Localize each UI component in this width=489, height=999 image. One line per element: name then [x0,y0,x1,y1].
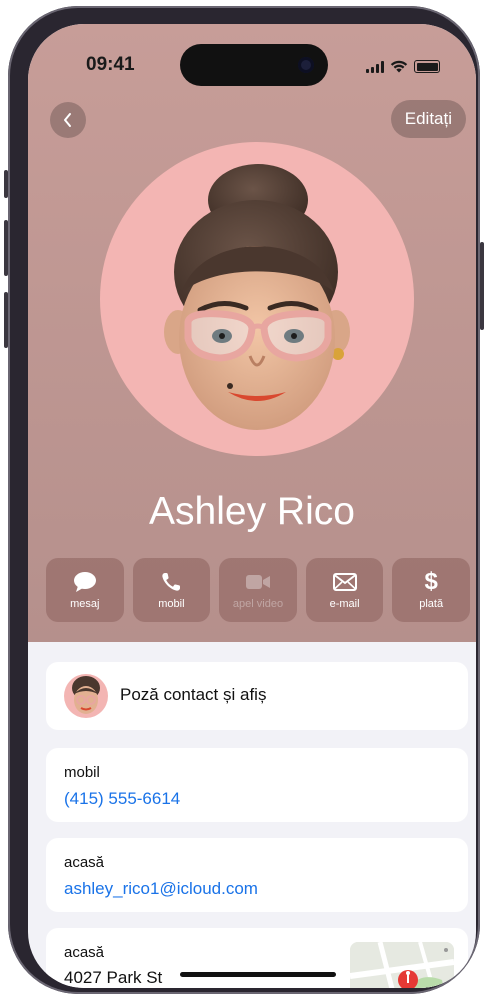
contact-name: Ashley Rico [149,490,355,533]
phone-type-label: mobil [64,764,100,781]
action-label-message: mesaj [70,598,100,610]
chevron-left-icon [64,113,71,127]
phone-frame: 09:41 Editați Ashley Rico mesaj mobil ap… [4,6,484,994]
action-label-mobile: mobil [158,598,185,610]
action-button [4,170,8,198]
map-icon [350,942,454,988]
video-call-action-button[interactable]: apel video [219,558,297,622]
email-action-button[interactable]: e-mail [305,558,384,622]
dollar-icon: $ [424,568,438,595]
small-avatar [64,674,108,718]
phone-icon [162,573,181,591]
email-card[interactable]: acasă ashley_rico1@icloud.com [46,838,468,912]
address-type-label: acasă [64,944,105,961]
phone-number-link[interactable]: (415) 555-6614 [64,789,180,809]
memoji-avatar-icon [164,164,350,430]
edit-button[interactable]: Editați [390,100,466,138]
dynamic-island [180,44,328,86]
battery-icon [414,60,440,73]
call-action-button[interactable]: mobil [132,558,211,622]
back-button[interactable] [50,102,86,138]
action-label-pay: plată [419,598,444,610]
photo-poster-label: Poză contact și afiș [120,685,267,704]
address-map-thumbnail[interactable] [350,942,454,988]
memoji-thumbnail-icon [72,676,100,714]
volume-down-button [4,292,8,348]
action-label-email: e-mail [329,598,360,610]
video-camera-icon [245,575,270,589]
contact-avatar[interactable] [100,142,414,456]
message-bubble-icon [73,572,96,592]
volume-up-button [4,220,8,276]
address-card[interactable]: acasă 4027 Park St [46,928,468,988]
pay-action-button[interactable]: $ plată [392,558,470,622]
status-time: 09:41 [86,54,135,75]
address-street: 4027 Park St [64,968,163,987]
power-button [480,242,484,330]
email-type-label: acasă [64,854,105,871]
status-icons [366,60,440,73]
contact-header: 09:41 Editați Ashley Rico mesaj mobil ap… [28,24,476,642]
quick-actions: mesaj mobil apel video e-mail $ plată [46,558,470,622]
message-action-button[interactable]: mesaj [46,558,124,622]
front-camera-icon [298,57,314,73]
action-label-video: apel video [232,598,284,610]
home-indicator[interactable] [180,972,336,977]
envelope-icon [332,573,357,591]
screen: 09:41 Editați Ashley Rico mesaj mobil ap… [28,24,476,988]
phone-number-card[interactable]: mobil (415) 555-6614 [46,748,468,822]
contact-photo-poster-row[interactable]: Poză contact și afiș [46,662,468,730]
wifi-icon [390,60,408,73]
email-link[interactable]: ashley_rico1@icloud.com [64,879,258,899]
cellular-signal-icon [366,61,384,73]
